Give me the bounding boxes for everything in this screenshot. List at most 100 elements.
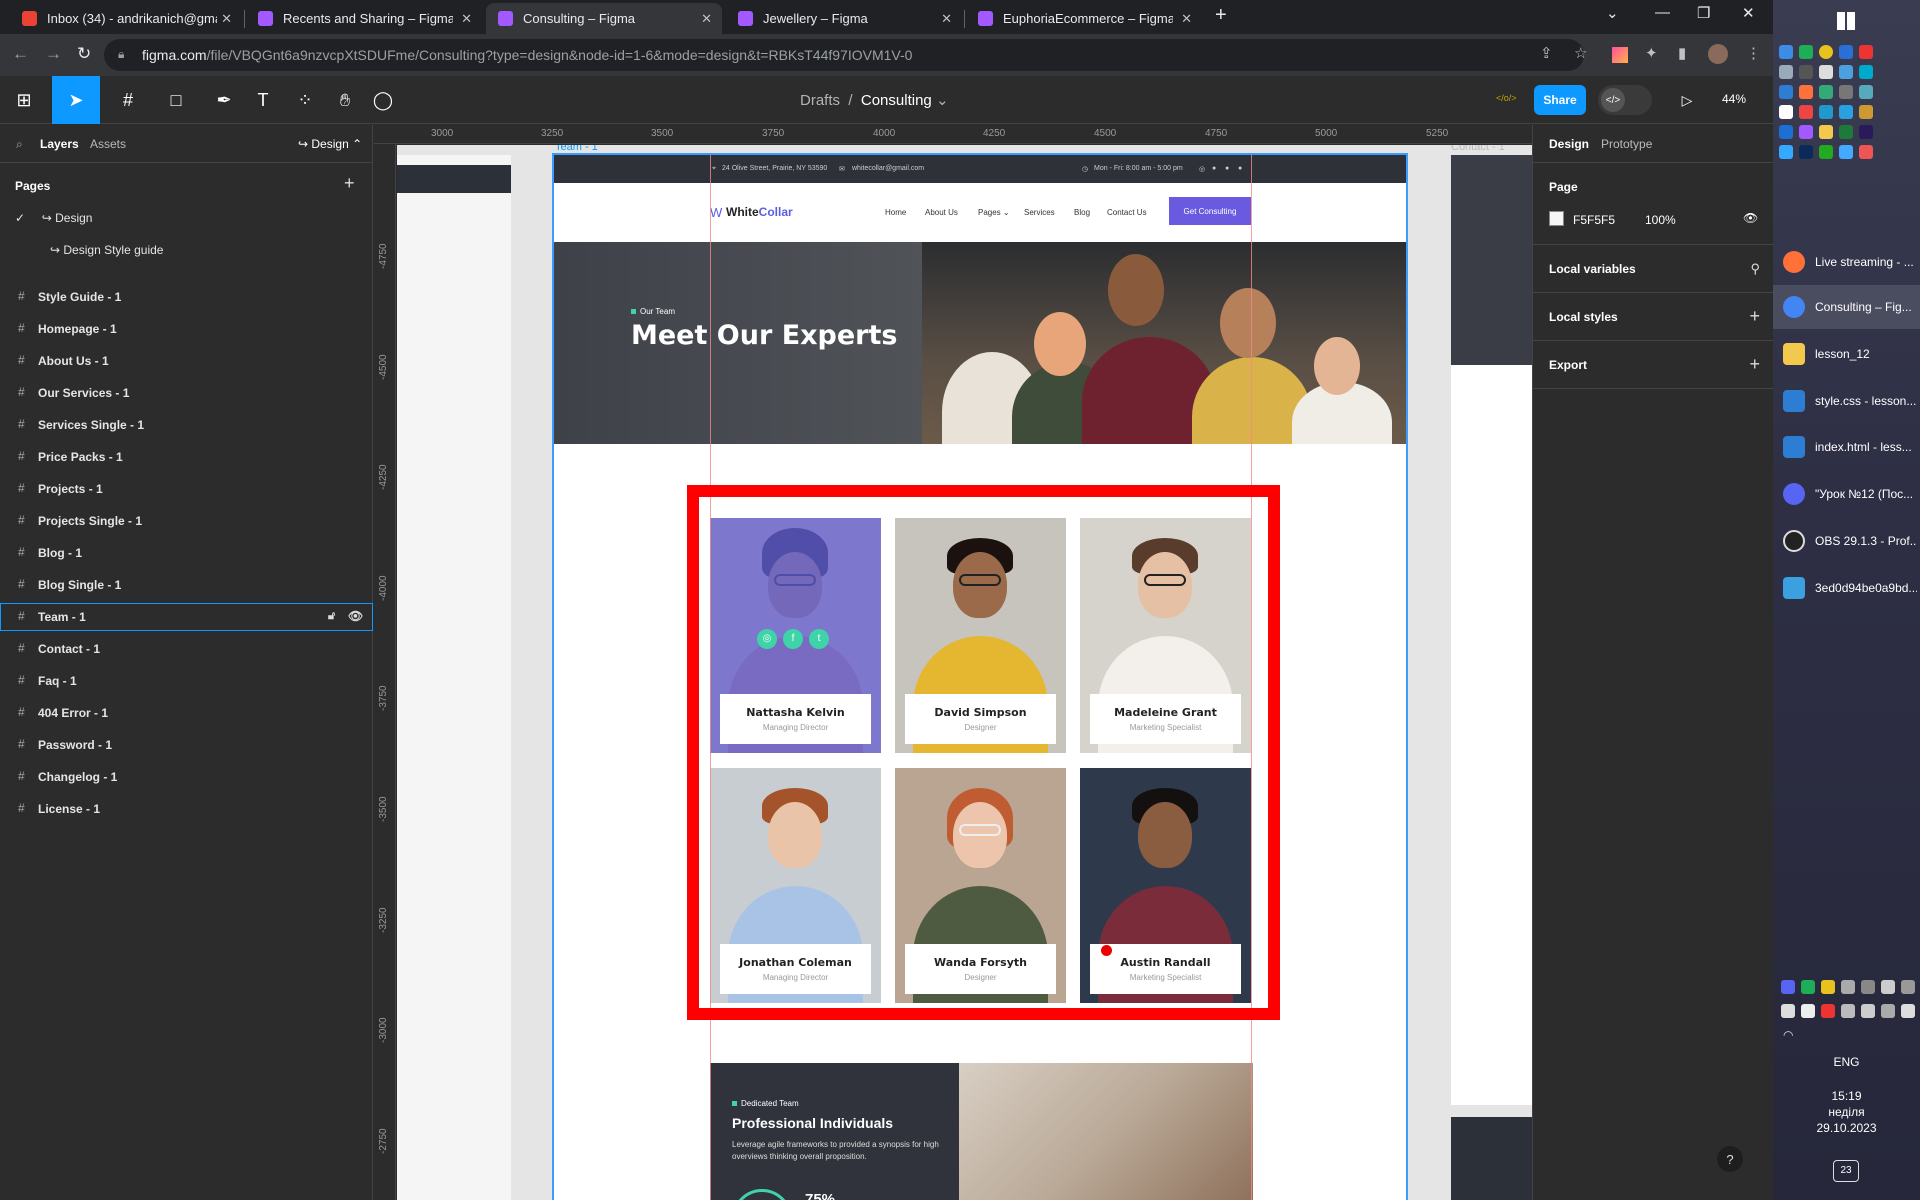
- share-button[interactable]: Share: [1534, 85, 1586, 115]
- close-tab-icon[interactable]: ✕: [221, 11, 232, 27]
- firefox-icon[interactable]: [1799, 85, 1813, 99]
- page-style-guide[interactable]: ↪ Design Style guide: [50, 243, 163, 257]
- close-window-icon[interactable]: ✕: [1742, 4, 1755, 22]
- settings-icon[interactable]: [1779, 145, 1793, 159]
- tray-icon[interactable]: [1821, 1004, 1835, 1018]
- neighbor-frame-left[interactable]: [397, 155, 511, 1200]
- layer-row[interactable]: # Services Single - 1: [0, 411, 373, 439]
- new-tab-icon[interactable]: +: [1215, 4, 1227, 27]
- help-icon[interactable]: ?: [1717, 1146, 1743, 1172]
- visibility-eye-icon[interactable]: 👁︎: [1743, 211, 1758, 225]
- tray-icon[interactable]: [1841, 980, 1855, 994]
- page-design[interactable]: ✓ ↪ Design: [15, 211, 92, 225]
- tray-icon[interactable]: [1779, 65, 1793, 79]
- notifications-icon[interactable]: 23: [1833, 1160, 1859, 1182]
- page-color-swatch[interactable]: [1549, 211, 1564, 226]
- excel-icon[interactable]: [1839, 125, 1853, 139]
- taskbar-app-active[interactable]: Consulting – Fig...: [1773, 285, 1920, 329]
- restore-icon[interactable]: ❐: [1697, 4, 1710, 22]
- bookmark-star-icon[interactable]: ☆: [1574, 44, 1587, 62]
- layer-row[interactable]: # Contact - 1: [0, 635, 373, 663]
- tray-icon[interactable]: [1799, 45, 1813, 59]
- hand-tool-icon[interactable]: ✋︎: [330, 76, 360, 124]
- comment-tool-icon[interactable]: ◯: [368, 76, 398, 124]
- tab-design[interactable]: Design: [1549, 137, 1589, 151]
- layer-row[interactable]: # Our Services - 1: [0, 379, 373, 407]
- tray-icon[interactable]: [1781, 980, 1795, 994]
- menu-kebab-icon[interactable]: ⋮: [1746, 44, 1761, 62]
- tab-recents[interactable]: Recents and Sharing – Figma ✕: [246, 3, 482, 34]
- present-play-icon[interactable]: ▷: [1672, 76, 1702, 124]
- tray-icon[interactable]: [1859, 105, 1873, 119]
- taskbar-app[interactable]: 3ed0d94be0a9bd...: [1773, 566, 1920, 610]
- microphone-icon[interactable]: [1801, 1004, 1815, 1018]
- dev-mode-toggle[interactable]: </>: [1598, 85, 1652, 115]
- profile-avatar[interactable]: [1708, 44, 1728, 64]
- tray-icon[interactable]: [1861, 980, 1875, 994]
- tray-icon[interactable]: [1881, 980, 1895, 994]
- share-page-icon[interactable]: ⇪: [1540, 44, 1553, 62]
- vscode-icon[interactable]: [1779, 85, 1793, 99]
- tab-assets[interactable]: Assets: [90, 137, 126, 151]
- text-tool-icon[interactable]: T: [248, 76, 278, 124]
- breadcrumb[interactable]: Drafts / Consulting ⌄: [800, 91, 949, 109]
- tray-icon[interactable]: [1861, 1004, 1875, 1018]
- add-page-icon[interactable]: +: [344, 173, 355, 194]
- close-tab-icon[interactable]: ✕: [941, 11, 952, 27]
- frame-label-next[interactable]: Contact - 1: [1451, 145, 1505, 153]
- frame-label[interactable]: Team - 1: [555, 145, 598, 153]
- tray-icon[interactable]: [1839, 65, 1853, 79]
- tray-icon[interactable]: [1859, 85, 1873, 99]
- pen-tool-icon[interactable]: ✒: [204, 76, 244, 124]
- layer-row[interactable]: # License - 1: [0, 795, 373, 823]
- tray-icon[interactable]: [1799, 105, 1813, 119]
- sidepanel-icon[interactable]: ▮: [1678, 44, 1686, 62]
- layer-row[interactable]: # Password - 1: [0, 731, 373, 759]
- visibility-eye-icon[interactable]: 👁︎: [348, 609, 363, 623]
- photoshop-icon[interactable]: [1799, 145, 1813, 159]
- neighbor-frame-right[interactable]: [1451, 155, 1532, 1200]
- tray-icon[interactable]: [1839, 85, 1853, 99]
- layer-row[interactable]: # Style Guide - 1: [0, 283, 373, 311]
- url-field[interactable]: 🔒︎ figma.com/file/VBQGnt6a9nzvcpXtSDUFme…: [104, 39, 1584, 71]
- tray-icon[interactable]: [1821, 980, 1835, 994]
- layer-row[interactable]: # Blog Single - 1: [0, 571, 373, 599]
- taskbar-app[interactable]: OBS 29.1.3 - Prof...: [1773, 519, 1920, 563]
- move-tool-icon[interactable]: ➤: [52, 76, 100, 124]
- layer-row-selected[interactable]: # Team - 1 🔓︎ 👁︎: [0, 603, 373, 631]
- main-menu-icon[interactable]: ⊞: [6, 76, 42, 124]
- folder-icon[interactable]: [1819, 125, 1833, 139]
- lock-icon[interactable]: 🔓︎: [328, 610, 335, 623]
- wifi-icon[interactable]: ◠: [1783, 1028, 1793, 1042]
- breadcrumb-drafts[interactable]: Drafts: [800, 92, 840, 109]
- figma-icon[interactable]: [1799, 125, 1813, 139]
- minimize-icon[interactable]: —: [1655, 4, 1670, 21]
- tray-icon[interactable]: [1799, 65, 1813, 79]
- tray-icon[interactable]: [1781, 1004, 1795, 1018]
- extension-icon[interactable]: [1612, 47, 1628, 63]
- tray-icon[interactable]: [1819, 145, 1833, 159]
- tray-icon[interactable]: [1779, 105, 1793, 119]
- tray-icon[interactable]: [1819, 65, 1833, 79]
- layer-row[interactable]: #404 Error - 1: [0, 699, 373, 727]
- tray-icon[interactable]: [1839, 145, 1853, 159]
- tab-jewellery[interactable]: Jewellery – Figma ✕: [726, 3, 962, 34]
- chrome-icon[interactable]: [1819, 45, 1833, 59]
- search-icon[interactable]: ⌕: [16, 137, 23, 152]
- layer-row[interactable]: # Blog - 1: [0, 539, 373, 567]
- file-name[interactable]: Consulting: [861, 92, 932, 109]
- language-indicator[interactable]: ENG: [1773, 1055, 1920, 1069]
- taskbar-app[interactable]: lesson_12: [1773, 332, 1920, 376]
- layer-row[interactable]: # Homepage - 1: [0, 315, 373, 343]
- page-dropdown[interactable]: ↪ Design ⌃: [298, 137, 362, 151]
- tab-gmail[interactable]: Inbox (34) - andrikanich@gmail. ✕: [10, 3, 242, 34]
- add-export-icon[interactable]: +: [1749, 354, 1760, 375]
- tray-icon[interactable]: [1779, 125, 1793, 139]
- close-tab-icon[interactable]: ✕: [701, 11, 712, 27]
- resources-icon[interactable]: ⁘: [290, 76, 320, 124]
- tray-icon[interactable]: [1859, 45, 1873, 59]
- zoom-level[interactable]: 44%: [1722, 92, 1746, 106]
- tab-prototype[interactable]: Prototype: [1601, 137, 1652, 151]
- tray-icon[interactable]: [1779, 45, 1793, 59]
- close-tab-icon[interactable]: ✕: [461, 11, 472, 27]
